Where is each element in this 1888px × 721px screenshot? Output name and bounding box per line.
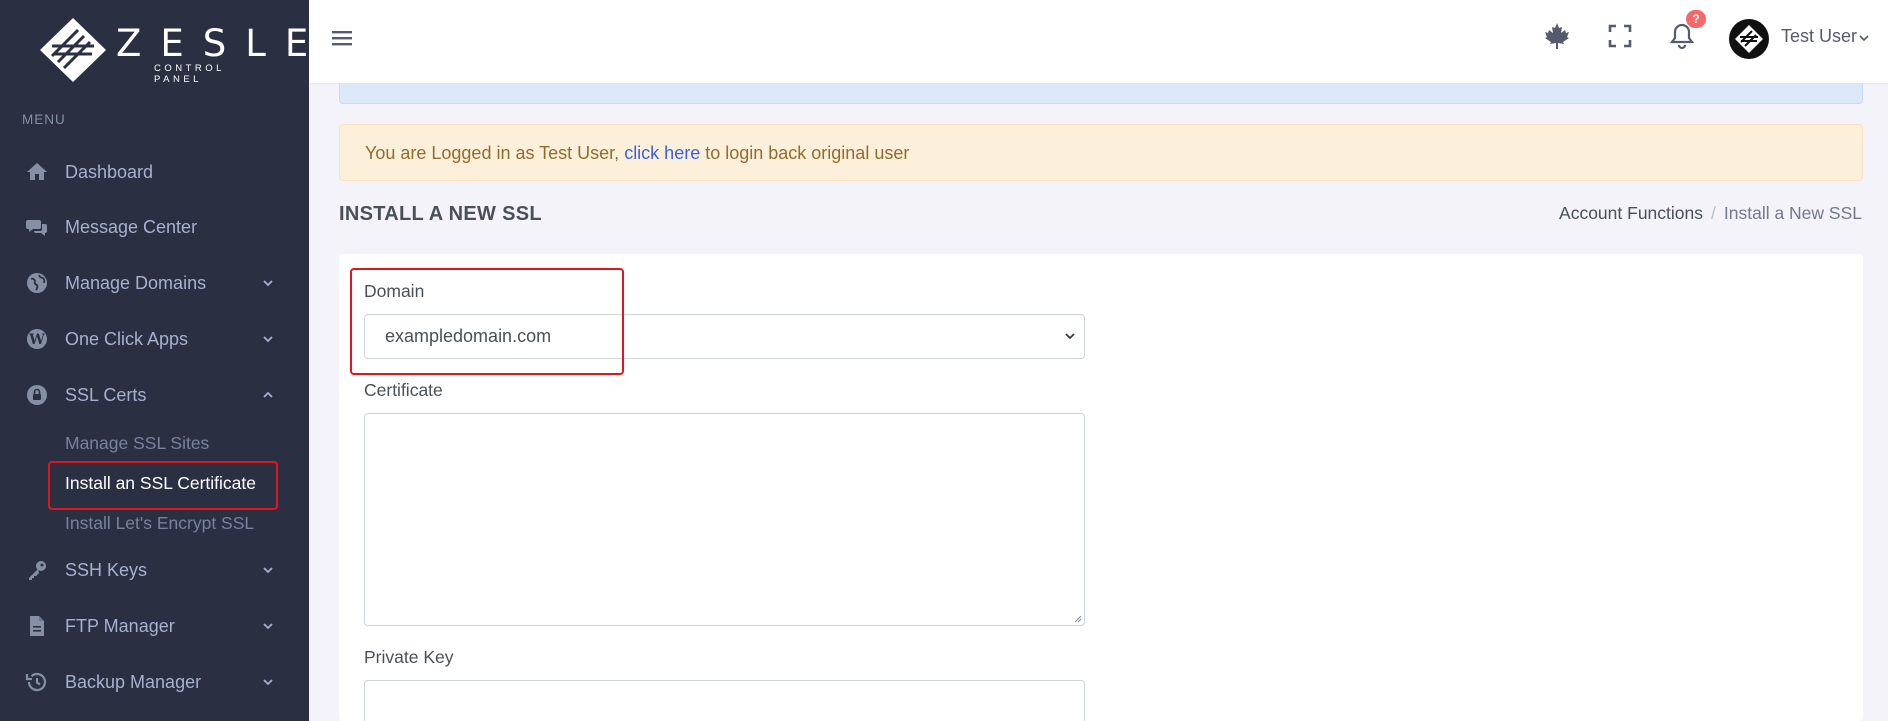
breadcrumb-account-functions[interactable]: Account Functions [1559, 203, 1703, 223]
brand-logo[interactable]: ZESLE CONTROL PANEL [38, 16, 308, 86]
fullscreen-icon[interactable] [1604, 20, 1636, 52]
globe-icon [27, 273, 47, 293]
sidebar-item-ftp-manager[interactable]: FTP Manager [0, 601, 309, 651]
private-key-textarea[interactable] [364, 680, 1085, 721]
alert-suffix: to login back original user [700, 143, 910, 163]
chat-icon [26, 220, 47, 236]
certificate-textarea[interactable] [364, 413, 1085, 626]
sidebar-item-ssh-keys[interactable]: SSH Keys [0, 545, 309, 595]
menu-title: MENU [22, 112, 66, 127]
sidebar-item-label: Message Center [65, 216, 198, 237]
breadcrumb-current: Install a New SSL [1723, 203, 1862, 223]
sidebar-item-ssl-certs[interactable]: SSL Certs [0, 370, 309, 420]
login-as-alert: You are Logged in as Test User, click he… [339, 124, 1863, 181]
sidebar-item-one-click-apps[interactable]: W One Click Apps [0, 314, 309, 364]
sidebar-item-manage-domains[interactable]: Manage Domains [0, 258, 309, 308]
highlight-box-sidebar [48, 461, 278, 510]
highlight-box-domain [350, 268, 624, 375]
resize-grip-icon[interactable] [1072, 613, 1082, 623]
menu-icon[interactable] [332, 29, 352, 47]
chevron-down-icon [263, 567, 273, 574]
alert-link[interactable]: click here [624, 143, 700, 163]
sidebar-item-backup-manager[interactable]: Backup Manager [0, 657, 309, 707]
lock-icon [27, 385, 47, 405]
file-icon [30, 616, 44, 636]
svg-text:W: W [28, 332, 45, 348]
chevron-down-icon [263, 336, 273, 343]
topbar [309, 0, 1888, 83]
sidebar-item-label: SSL Certs [65, 384, 147, 405]
chevron-down-icon [263, 280, 273, 287]
notification-badge: ? [1686, 10, 1706, 28]
sidebar-item-label: FTP Manager [65, 615, 175, 636]
user-name[interactable]: Test User [1781, 26, 1857, 47]
maple-leaf-icon[interactable] [1541, 20, 1573, 52]
chevron-down-icon [263, 623, 273, 630]
sidebar-item-message-center[interactable]: Message Center [0, 202, 309, 252]
avatar[interactable] [1729, 19, 1769, 59]
page-title: INSTALL A NEW SSL [339, 203, 542, 225]
chevron-up-icon [263, 391, 273, 398]
alert-text: You are Logged in as Test User, click he… [365, 143, 909, 164]
chevron-down-icon[interactable] [1859, 34, 1869, 42]
alert-prefix: You are Logged in as Test User, [365, 143, 625, 163]
breadcrumb-separator: / [1711, 203, 1716, 223]
home-icon [27, 163, 47, 180]
wordpress-icon: W [27, 329, 47, 349]
brand-subtitle: CONTROL PANEL [154, 63, 225, 85]
sidebar-item-label: Backup Manager [65, 671, 202, 692]
sidebar-item-label: One Click Apps [65, 328, 189, 349]
private-key-label: Private Key [364, 647, 454, 667]
avatar-logo-icon [1735, 25, 1763, 53]
chevron-down-icon [1065, 333, 1075, 340]
submenu-manage-ssl-sites[interactable]: Manage SSL Sites [65, 433, 209, 454]
history-icon [25, 672, 47, 692]
certificate-label: Certificate [364, 380, 443, 400]
key-icon [29, 561, 46, 580]
sidebar-item-label: Manage Domains [65, 272, 207, 293]
chevron-down-icon [263, 679, 273, 686]
brand-word: ZESLE [116, 22, 328, 65]
sidebar-item-dashboard[interactable]: Dashboard [0, 147, 309, 197]
sidebar-item-label: Dashboard [65, 161, 154, 182]
logo-mark-icon [40, 18, 106, 82]
sidebar: ZESLE CONTROL PANEL MENU Dashboard Messa… [0, 0, 309, 721]
submenu-install-lets-encrypt-ssl[interactable]: Install Let's Encrypt SSL [65, 513, 254, 534]
sidebar-item-label: SSH Keys [65, 559, 148, 580]
breadcrumb: Account Functions / Install a New SSL [1559, 203, 1862, 224]
info-alert-clipped [339, 83, 1863, 104]
